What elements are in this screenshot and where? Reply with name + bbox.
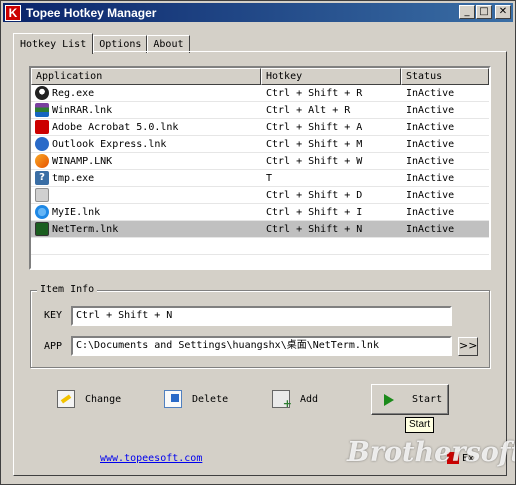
hotkey-cell: Ctrl + Shift + A (266, 121, 363, 133)
table-row-selected[interactable]: NetTerm.lnk Ctrl + Shift + N InActive (31, 221, 489, 238)
table-row[interactable]: WINAMP.LNK Ctrl + Shift + W InActive (31, 153, 489, 170)
application-name: WINAMP.LNK (52, 155, 113, 167)
status-cell: InActive (406, 87, 455, 99)
edit-icon (57, 390, 75, 408)
hotkey-cell: Ctrl + Shift + R (266, 87, 363, 99)
table-row[interactable]: Adobe Acrobat 5.0.lnk Ctrl + Shift + A I… (31, 119, 489, 136)
empty-row (31, 238, 489, 255)
table-row[interactable]: WinRAR.lnk Ctrl + Alt + R InActive (31, 102, 489, 119)
delete-icon (164, 390, 182, 408)
browse-button[interactable]: >> (458, 337, 478, 356)
hotkey-list-view[interactable]: Application Hotkey Status Reg.exe Ctrl +… (29, 66, 491, 270)
change-button[interactable]: Change (57, 384, 121, 414)
start-button[interactable]: Start (371, 384, 449, 415)
column-header-status[interactable]: Status (401, 68, 489, 85)
hotkey-cell: Ctrl + Shift + M (266, 138, 363, 150)
item-info-group: Item Info (30, 284, 490, 368)
website-link[interactable]: www.topeesoft.com (100, 453, 202, 464)
start-label: Start (412, 394, 443, 405)
delete-button[interactable]: Delete (164, 384, 228, 414)
winrar-icon (35, 103, 49, 117)
app-label: APP (44, 341, 63, 352)
acrobat-icon (35, 120, 49, 134)
netterm-icon (35, 222, 49, 236)
delete-label: Delete (192, 393, 229, 405)
main-window: K Topee Hotkey Manager _ □ ✕ Hotkey List… (0, 0, 516, 485)
application-name: tmp.exe (52, 172, 95, 184)
maximize-button[interactable]: □ (476, 5, 492, 19)
table-row[interactable]: MyIE.lnk Ctrl + Shift + I InActive (31, 204, 489, 221)
application-name: Adobe Acrobat 5.0.lnk (52, 121, 179, 133)
key-field[interactable]: Ctrl + Shift + N (71, 306, 452, 326)
hotkey-cell: Ctrl + Shift + N (266, 223, 363, 235)
status-cell: InActive (406, 104, 455, 116)
close-button[interactable]: ✕ (495, 5, 511, 19)
window-title: Topee Hotkey Manager (26, 5, 157, 20)
list-header: Application Hotkey Status (31, 68, 489, 85)
tab-strip: Hotkey List Options About (13, 33, 190, 54)
empty-row (31, 255, 489, 268)
column-header-application[interactable]: Application (31, 68, 261, 85)
key-label: KEY (44, 310, 63, 321)
play-icon (384, 393, 394, 406)
hotkey-cell: Ctrl + Alt + R (266, 104, 351, 116)
hotkey-cell: Ctrl + Shift + I (266, 206, 363, 218)
application-name: NetTerm.lnk (52, 223, 119, 235)
application-name: Reg.exe (52, 87, 95, 99)
reg-icon (35, 86, 49, 100)
change-label: Change (85, 393, 122, 405)
title-bar[interactable]: K Topee Hotkey Manager _ □ ✕ (3, 3, 513, 22)
window-controls: _ □ ✕ (459, 5, 511, 19)
app-icon: K (5, 4, 21, 21)
application-name: MyIE.lnk (52, 206, 101, 218)
app-path-field[interactable]: C:\Documents and Settings\huangshx\桌面\Ne… (71, 336, 452, 356)
unknown-file-icon: ? (35, 171, 49, 185)
add-label: Add (300, 393, 319, 405)
item-info-legend: Item Info (37, 284, 98, 295)
minimize-button[interactable]: _ (459, 5, 475, 19)
application-name: Outlook Express.lnk (52, 138, 167, 150)
blank-icon (35, 188, 49, 202)
tab-hotkey-list[interactable]: Hotkey List (13, 33, 94, 54)
table-row[interactable]: ? tmp.exe T InActive (31, 170, 489, 187)
hotkey-cell: T (266, 172, 273, 184)
status-cell: InActive (406, 206, 455, 218)
column-header-hotkey[interactable]: Hotkey (261, 68, 401, 85)
winamp-icon (35, 154, 49, 168)
status-cell: InActive (406, 189, 455, 201)
status-cell: InActive (406, 172, 455, 184)
status-cell: InActive (406, 138, 455, 150)
hotkey-cell: Ctrl + Shift + D (266, 189, 363, 201)
brothersoft-watermark: Brothersoft (347, 437, 516, 468)
add-button[interactable]: Add (272, 384, 318, 414)
status-cell: InActive (406, 121, 455, 133)
add-icon (272, 390, 292, 410)
myie-icon (35, 205, 49, 219)
status-cell: InActive (406, 155, 455, 167)
table-row[interactable]: Outlook Express.lnk Ctrl + Shift + M InA… (31, 136, 489, 153)
start-tooltip: Start (405, 417, 435, 433)
outlook-icon (35, 137, 49, 151)
status-cell: InActive (406, 223, 455, 235)
table-row[interactable]: Reg.exe Ctrl + Shift + R InActive (31, 85, 489, 102)
table-row[interactable]: Ctrl + Shift + D InActive (31, 187, 489, 204)
hotkey-cell: Ctrl + Shift + W (266, 155, 363, 167)
application-name: WinRAR.lnk (52, 104, 113, 116)
